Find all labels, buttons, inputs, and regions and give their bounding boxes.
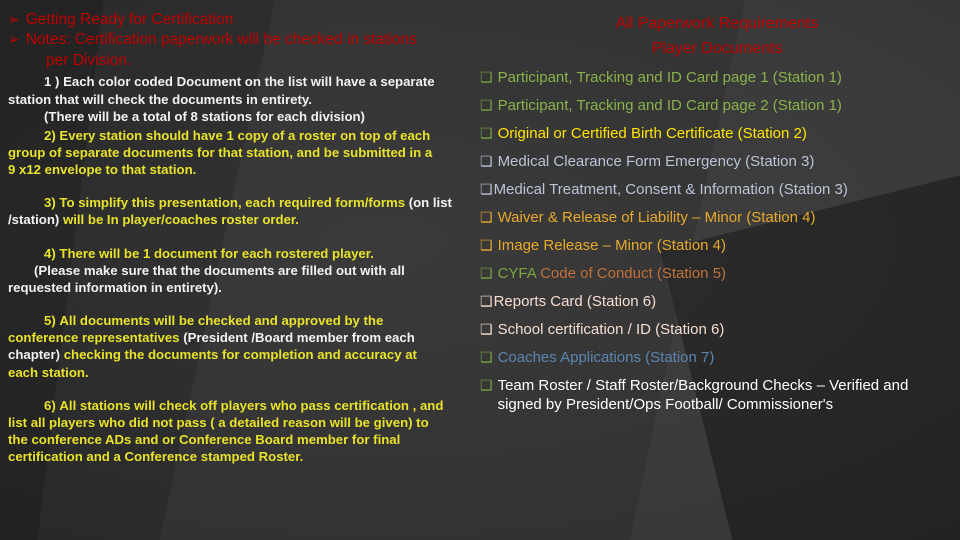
note-item-2: 2) Every station should have 1 copy of a… — [8, 127, 478, 178]
bullet-notes-label: Notes: Certification paperwork will be c… — [25, 31, 417, 49]
note-item-3-line1-white: (on list — [408, 195, 452, 211]
note-item-3: 3) To simplify this presentation, each r… — [8, 194, 478, 228]
note-item-4-line2: (Please make sure that the documents are… — [34, 262, 405, 278]
note-item-5-line2-white: (President /Board member from each — [183, 330, 415, 346]
slide-canvas: ➢ Getting Ready for Certification ➢ Note… — [0, 0, 960, 540]
checkbox-icon[interactable]: ❑ — [480, 264, 498, 283]
document-checklist-item[interactable]: ❑ Participant, Tracking and ID Card page … — [480, 96, 954, 116]
notes-column: ➢ Getting Ready for Certification ➢ Note… — [8, 10, 478, 465]
document-checklist-item-label: Reports Card (Station 6) — [493, 292, 657, 310]
checkbox-icon[interactable]: ❑ — [480, 236, 498, 255]
checkbox-icon[interactable]: ❑ — [480, 152, 498, 171]
document-checklist-item[interactable]: ❑ Coaches Applications (Station 7) — [480, 348, 954, 368]
documents-heading-secondary: Player Documents — [651, 39, 783, 57]
bullet-getting-ready-label: Getting Ready for Certification — [25, 11, 234, 28]
note-item-4-line3: requested information in entirety). — [8, 279, 222, 295]
bullet-notes: ➢ Notes: Certification paperwork will be… — [8, 30, 478, 50]
checkbox-icon[interactable]: ❑ — [480, 68, 498, 87]
note-item-6: 6) All stations will check off players w… — [8, 397, 478, 466]
document-checklist-item-label: Participant, Tracking and ID Card page 1… — [497, 68, 842, 86]
note-item-5-line1: All documents will be checked and approv… — [59, 313, 384, 329]
checkbox-icon[interactable]: ❑ — [480, 320, 498, 339]
note-item-1-marker: 1 ) — [44, 74, 60, 90]
document-checklist-item-label: Waiver & Release of Liability – Minor (S… — [497, 208, 816, 226]
checkbox-icon[interactable]: ❑ — [480, 348, 498, 367]
document-checklist-item-label: Participant, Tracking and ID Card page 2… — [497, 96, 842, 114]
document-checklist-item[interactable]: ❑ Team Roster / Staff Roster/Background C… — [480, 376, 954, 415]
checkbox-icon[interactable]: ❑ — [480, 96, 498, 115]
note-item-6-line3: the conference ADs and or Conference Boa… — [8, 432, 401, 448]
checkbox-icon[interactable]: ❑ — [480, 376, 498, 395]
note-item-6-line4: certification and a Conference stamped R… — [8, 449, 304, 465]
note-item-5-marker: 5) — [44, 313, 56, 329]
bullet-getting-ready: ➢ Getting Ready for Certification — [8, 10, 478, 30]
note-item-3-line2-yellow: will be In player/coaches roster order. — [62, 212, 299, 228]
note-item-2-line1: Every station should have 1 copy of a ro… — [59, 127, 431, 143]
note-item-6-line2: list all players who did not pass ( a de… — [8, 414, 429, 430]
document-checklist-item[interactable]: ❑ Image Release – Minor (Station 4) — [480, 236, 954, 256]
note-item-1-line1: Each color coded Document on the list wi… — [63, 74, 435, 90]
documents-heading-primary: All Paperwork Requirements — [615, 15, 819, 32]
document-checklist-item[interactable]: ❑ Original or Certified Birth Certificate… — [480, 124, 954, 144]
document-checklist-item-label: Coaches Applications (Station 7) — [497, 348, 715, 366]
checkbox-icon[interactable]: ❑ — [480, 292, 494, 311]
document-checklist-item[interactable]: ❑ Waiver & Release of Liability – Minor (… — [480, 208, 954, 228]
checkbox-icon[interactable]: ❑ — [480, 124, 498, 143]
note-item-2-marker: 2) — [44, 127, 56, 143]
document-checklist-item[interactable]: ❑ CYFA Code of Conduct (Station 5) — [480, 264, 954, 284]
document-checklist: ❑ Participant, Tracking and ID Card page … — [480, 68, 954, 415]
arrow-bullet-icon: ➢ — [8, 31, 20, 48]
note-item-3-line1-yellow: To simplify this presentation, each requ… — [59, 195, 406, 211]
note-item-4-marker: 4) — [44, 245, 56, 261]
checkbox-icon[interactable]: ❑ — [480, 208, 498, 227]
document-checklist-item[interactable]: ❑ Participant, Tracking and ID Card page … — [480, 68, 954, 88]
note-item-5-line2-yellow: conference representatives — [8, 330, 180, 346]
note-item-5-line4: each station. — [8, 364, 89, 380]
document-checklist-item-label: CYFA Code of Conduct (Station 5) — [497, 264, 727, 282]
document-checklist-item-label: Image Release – Minor (Station 4) — [497, 236, 727, 254]
document-checklist-item[interactable]: ❑ Reports Card (Station 6) — [480, 292, 954, 312]
arrow-bullet-icon: ➢ — [8, 11, 20, 27]
note-item-1-line2: station that will check the documents in… — [8, 91, 312, 107]
note-item-6-line1: All stations will check off players who … — [59, 397, 444, 413]
note-item-3-marker: 3) — [44, 195, 56, 211]
document-checklist-item-label: Team Roster / Staff Roster/Background Ch… — [497, 376, 909, 414]
document-checklist-item[interactable]: ❑ Medical Clearance Form Emergency (Stati… — [480, 152, 954, 172]
note-item-5-line3-yellow: checking the documents for completion an… — [63, 347, 417, 363]
note-item-4-line1: There will be 1 document for each roster… — [59, 245, 374, 261]
note-item-3-line2-white: /station) — [8, 212, 60, 228]
document-checklist-item[interactable]: ❑ Medical Treatment, Consent & Informatio… — [480, 180, 954, 200]
note-item-5: 5) All documents will be checked and app… — [8, 312, 478, 381]
document-checklist-item[interactable]: ❑ School certification / ID (Station 6) — [480, 320, 954, 340]
note-item-6-marker: 6) — [44, 397, 56, 413]
document-label-lead: CYFA — [497, 264, 536, 282]
checkbox-icon[interactable]: ❑ — [480, 180, 494, 199]
note-item-1: 1 ) Each color coded Document on the lis… — [8, 73, 478, 124]
document-checklist-item-label: School certification / ID (Station 6) — [497, 320, 725, 338]
note-item-2-line3: 9 x12 envelope to that station. — [8, 162, 197, 178]
note-item-1-line3: (There will be a total of 8 stations for… — [44, 108, 365, 124]
note-item-5-line3-white: chapter) — [8, 347, 61, 363]
note-item-2-line2: group of separate documents for that sta… — [8, 144, 433, 160]
document-checklist-item-label: Original or Certified Birth Certificate … — [497, 124, 807, 142]
document-checklist-item-label: Medical Treatment, Consent & Information… — [493, 180, 848, 198]
note-item-4: 4) There will be 1 document for each ros… — [8, 245, 478, 296]
documents-column: All Paperwork Requirements Player Docume… — [480, 12, 954, 423]
document-checklist-item-label: Medical Clearance Form Emergency (Statio… — [497, 152, 815, 170]
bullet-notes-continuation: per Division. — [46, 51, 132, 69]
